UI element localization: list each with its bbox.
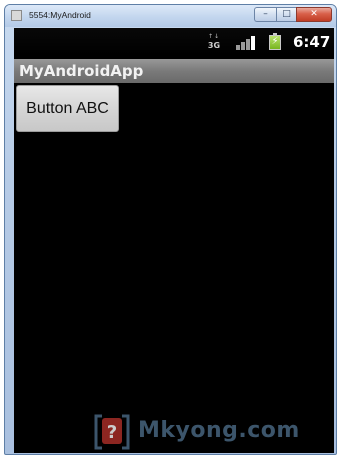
app-title: MyAndroidApp bbox=[19, 62, 144, 80]
watermark-text: Mkyong.com bbox=[138, 418, 300, 443]
window-titlebar[interactable]: 5554:MyAndroid – □ ✕ bbox=[5, 5, 336, 27]
signal-bar bbox=[246, 39, 250, 50]
status-bar: ↑↓ 3G ⚡ 6:47 bbox=[14, 28, 334, 55]
signal-bar bbox=[251, 36, 255, 50]
signal-strength-icon bbox=[236, 36, 256, 50]
app-icon bbox=[11, 10, 22, 21]
svg-text:?: ? bbox=[107, 422, 117, 443]
network-type-label: 3G bbox=[207, 41, 221, 50]
android-screen: ↑↓ 3G ⚡ 6:47 MyAndroidApp Button ABC ? M… bbox=[14, 28, 334, 453]
status-clock: 6:47 bbox=[293, 33, 331, 51]
window-controls: – □ ✕ bbox=[254, 7, 332, 22]
emulator-window: 5554:MyAndroid – □ ✕ ↑↓ 3G ⚡ 6:47 MyAndr… bbox=[4, 4, 337, 455]
network-3g-icon: ↑↓ 3G bbox=[207, 33, 221, 51]
signal-bar bbox=[241, 42, 245, 50]
maximize-button[interactable]: □ bbox=[276, 7, 296, 22]
charging-bolt-icon: ⚡ bbox=[271, 36, 279, 47]
data-activity-arrows: ↑↓ bbox=[207, 33, 221, 40]
watermark-logo-icon: ? bbox=[94, 414, 130, 450]
button-abc[interactable]: Button ABC bbox=[16, 85, 119, 132]
signal-bar bbox=[236, 45, 240, 50]
app-title-bar: MyAndroidApp bbox=[14, 59, 334, 83]
battery-charging-icon: ⚡ bbox=[269, 33, 281, 50]
watermark: ? Mkyong.com bbox=[92, 412, 332, 452]
window-title: 5554:MyAndroid bbox=[29, 10, 91, 20]
close-button[interactable]: ✕ bbox=[296, 7, 332, 22]
minimize-button[interactable]: – bbox=[254, 7, 276, 22]
